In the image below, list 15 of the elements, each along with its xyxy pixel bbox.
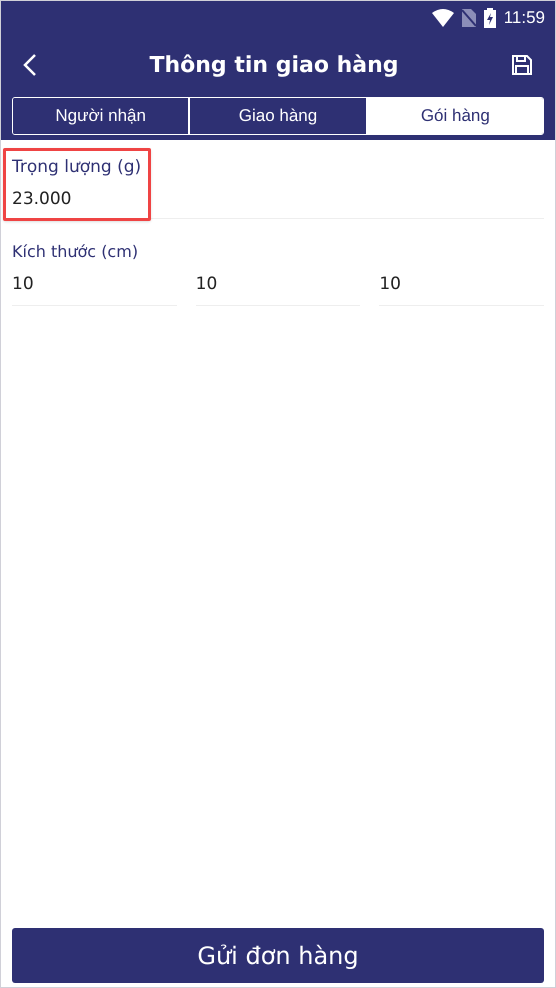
battery-charging-icon [484,8,496,28]
dimension-field[interactable]: 10 [379,273,544,306]
tab[interactable]: Gói hàng [366,98,543,134]
dimension-field[interactable]: 10 [196,273,360,306]
dimension-field[interactable]: 10 [12,273,177,306]
status-time: 11:59 [504,7,545,30]
no-sim-icon [462,9,476,27]
weight-field[interactable]: 23.000 [12,188,544,210]
weight-label: Trọng lượng (g) [12,156,142,178]
header-title: Thông tin giao hàng [149,52,399,80]
submit-button[interactable]: Gửi đơn hàng [12,928,544,983]
dimensions-label: Kích thước (cm) [12,241,140,263]
save-icon[interactable] [511,54,533,76]
wifi-icon [432,9,454,27]
back-icon[interactable] [23,53,37,77]
